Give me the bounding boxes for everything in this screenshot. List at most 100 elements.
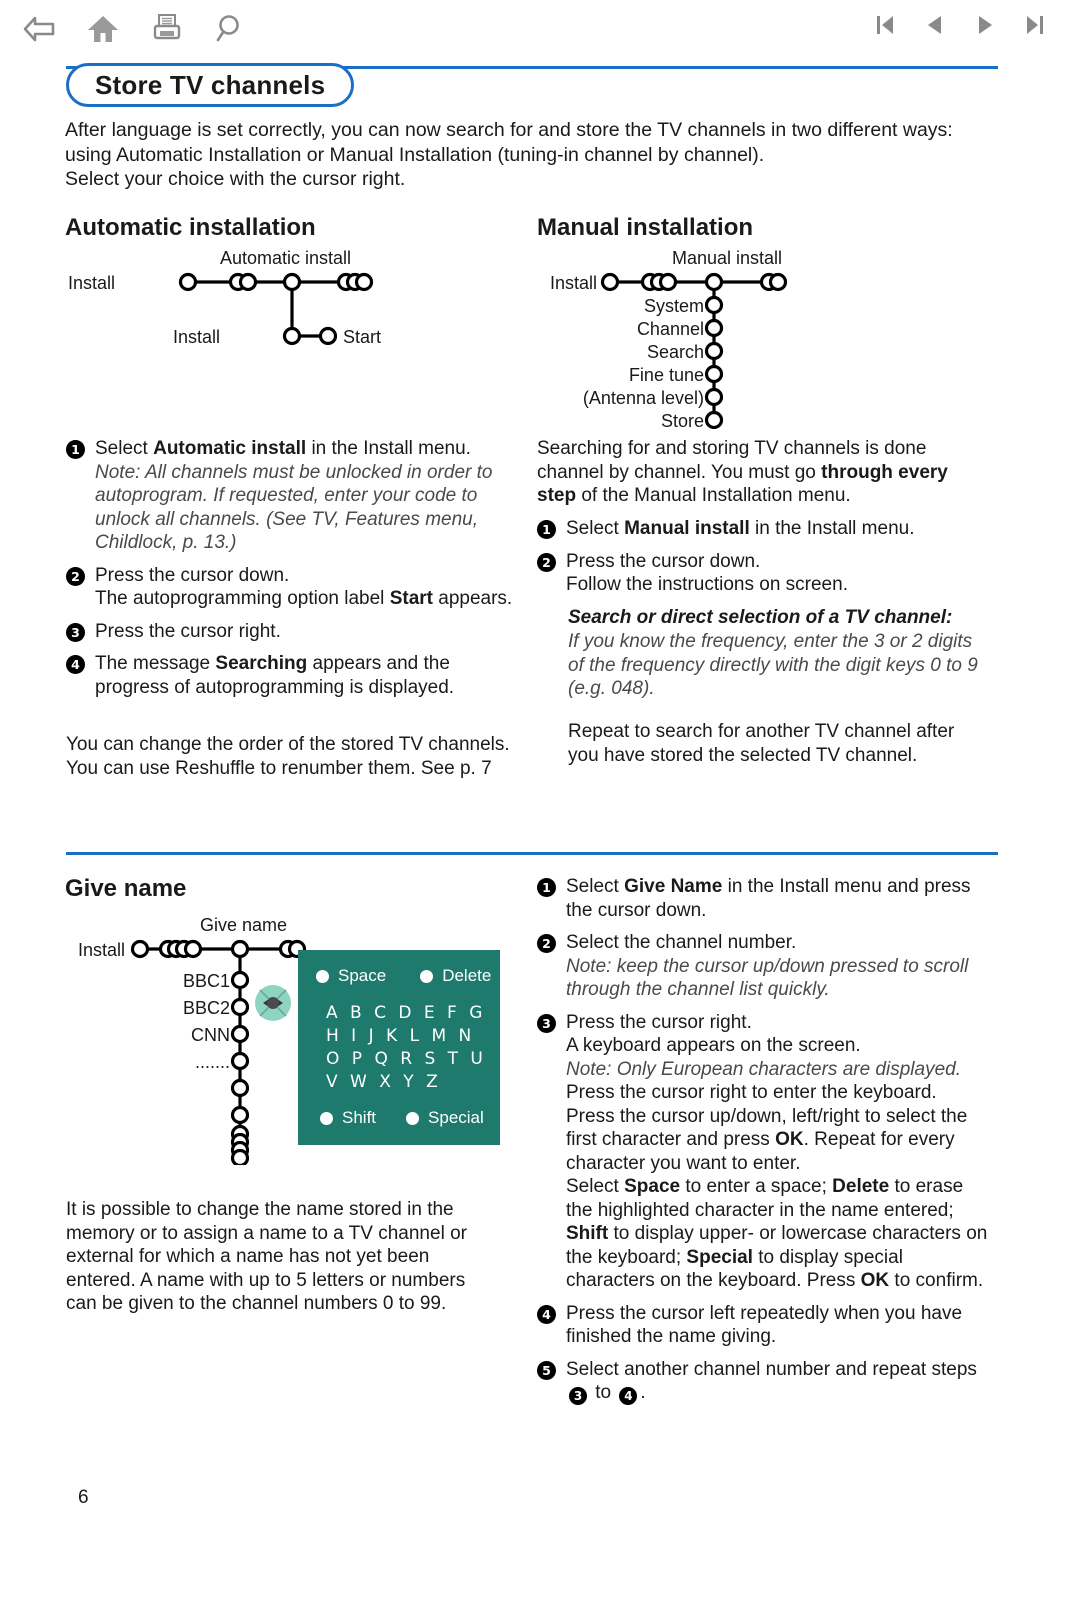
onscreen-keyboard-panel: Space Delete A B C D E F G H I J K L M N… — [298, 950, 578, 1145]
step-number: 2 — [66, 566, 85, 586]
step-item: 5 Select another channel number and repe… — [537, 1358, 989, 1405]
step-number: 3 — [66, 622, 85, 642]
step-item: 1 Select Manual install in the Install m… — [537, 517, 989, 541]
step-item: 3 Press the cursor right. — [66, 620, 518, 644]
keyboard-letter-row: A B C D E F G — [326, 1003, 486, 1023]
keyboard-bottom-row: Shift Special — [316, 1108, 484, 1128]
diagram-root-label-automatic: Install — [68, 273, 115, 293]
keyboard-shift-button[interactable]: Shift — [320, 1108, 376, 1128]
give-name-diagram: Give name Install BBC1 BBC2 CNN ....... — [60, 910, 320, 1165]
first-page-icon[interactable] — [874, 10, 896, 40]
diagram-sub-left-label-automatic: Install — [173, 327, 220, 347]
automatic-install-diagram: Automatic install Install Install Start — [60, 243, 530, 358]
keyboard-letter-row: V W X Y Z — [326, 1072, 442, 1092]
step-number: 5 — [537, 1360, 556, 1380]
automatic-installation-heading: Automatic installation — [65, 214, 316, 241]
keyboard-letter-row: O P Q R S T U — [326, 1049, 487, 1069]
home-icon[interactable] — [82, 8, 124, 50]
keyboard-character-grid: A B C D E F G H I J K L M N O P Q R S T … — [326, 1002, 578, 1094]
keyboard-top-row: Space Delete — [316, 966, 491, 986]
step-text: Select Automatic install in the Install … — [95, 438, 493, 553]
step-item: 2 Select the channel number. Note: keep t… — [537, 931, 989, 1002]
print-icon[interactable] — [146, 8, 188, 50]
cursor-navigation-icon — [253, 983, 293, 1028]
toolbar-right-group — [874, 10, 1046, 40]
diagram-channel-label: ....... — [195, 1052, 230, 1072]
page-title-text: Store TV channels — [95, 69, 326, 100]
keyboard-shift-label: Shift — [342, 1108, 377, 1127]
manual-steps-list: 1 Select Manual install in the Install m… — [537, 517, 989, 606]
step-text: Select Manual install in the Install men… — [566, 518, 915, 539]
diagram-item-label: Channel — [637, 319, 704, 339]
intro-line-3: Select your choice with the cursor right… — [65, 168, 406, 190]
bullet-icon — [320, 1111, 333, 1125]
step-text: The message Searching appears and the pr… — [95, 653, 455, 698]
page-title: Store TV channels — [66, 63, 355, 107]
toolbar-left-group — [18, 8, 252, 50]
step-item: 1 Select Give Name in the Install menu a… — [537, 875, 989, 922]
diagram-channel-label: BBC2 — [183, 998, 230, 1018]
diagram-caption-automatic: Automatic install — [220, 248, 351, 268]
intro-line-1: After language is set correctly, you can… — [65, 119, 953, 141]
diagram-caption-manual: Manual install — [672, 248, 782, 268]
diagram-root-label-give-name: Install — [78, 940, 125, 960]
keyboard-space-label: Space — [338, 966, 387, 985]
step-number: 3 — [537, 1013, 556, 1033]
intro-paragraph: After language is set correctly, you can… — [65, 118, 965, 192]
give-name-steps-list: 1 Select Give Name in the Install menu a… — [537, 875, 989, 1414]
step-text: Press the cursor left repeatedly when yo… — [566, 1302, 963, 1348]
step-text: Press the cursor right. A keyboard appear… — [566, 1011, 988, 1292]
manual-note-body: If you know the frequency, enter the 3 o… — [568, 631, 978, 699]
step-item: 2 Press the cursor down. The autoprogramm… — [66, 564, 518, 611]
manual-install-diagram: Manual install Install System Channel Se… — [532, 243, 1002, 433]
bullet-icon — [420, 969, 434, 983]
step-text: Select another channel number and repeat… — [566, 1358, 977, 1405]
diagram-item-label: Fine tune — [629, 365, 704, 385]
diagram-item-label: Store — [661, 411, 704, 431]
manual-note-heading: Search or direct selection of a TV chann… — [568, 607, 953, 628]
previous-page-icon[interactable] — [924, 10, 946, 40]
keyboard-letters-column[interactable]: A B C D E F G H I J K L M N O P Q R S T … — [326, 1002, 486, 1094]
step-item: 2 Press the cursor down. Follow the instr… — [537, 550, 989, 597]
keyboard-delete-label: Delete — [442, 966, 492, 985]
diagram-channel-label: BBC1 — [183, 971, 230, 991]
bullet-icon — [406, 1111, 420, 1125]
diagram-channel-label: CNN — [191, 1025, 230, 1045]
page-number: 6 — [78, 1487, 89, 1508]
bullet-icon — [316, 969, 329, 983]
manual-intro-text: Searching for and storing TV channels is… — [537, 438, 948, 506]
step-number: 1 — [537, 878, 556, 897]
diagram-root-label-manual: Install — [550, 273, 597, 293]
diagram-item-label: System — [644, 296, 704, 316]
intro-line-2: using Automatic Installation or Manual I… — [65, 143, 765, 166]
top-toolbar — [0, 0, 1080, 62]
search-icon[interactable] — [210, 8, 252, 50]
step-item: 1 Select Automatic install in the Instal… — [66, 437, 518, 555]
step-number: 2 — [537, 552, 556, 572]
step-number: 1 — [66, 440, 85, 459]
step-number: 2 — [537, 934, 556, 953]
give-name-heading: Give name — [65, 875, 187, 902]
diagram-item-label: Search — [647, 342, 704, 362]
step-item: 4 Press the cursor left repeatedly when … — [537, 1302, 989, 1349]
step-text: Press the cursor right. — [95, 620, 281, 642]
keyboard-space-button[interactable]: Space — [316, 966, 386, 986]
keyboard-delete-button[interactable]: Delete — [420, 966, 491, 986]
last-page-icon[interactable] — [1024, 10, 1046, 40]
keyboard-special-button[interactable]: Special — [406, 1108, 484, 1128]
step-item: 3 Press the cursor right. A keyboard appe… — [537, 1011, 989, 1293]
keyboard-letter-row: H I J K L M N — [326, 1026, 475, 1046]
step-text: Select Give Name in the Install menu and… — [566, 876, 971, 921]
back-arrow-icon[interactable] — [18, 8, 60, 50]
manual-closing-text: Repeat to search for another TV channel … — [568, 721, 955, 766]
step-text: Press the cursor down. Follow the instruc… — [566, 550, 848, 596]
step-number: 4 — [66, 655, 85, 674]
step-number: 4 — [537, 1304, 556, 1324]
automatic-closing-text: You can change the order of the stored T… — [66, 734, 510, 779]
give-name-description: It is possible to change the name stored… — [66, 1199, 467, 1314]
step-text: Press the cursor down. The autoprogrammin… — [95, 564, 513, 610]
diagram-caption-give-name: Give name — [200, 915, 287, 935]
next-page-icon[interactable] — [974, 10, 996, 40]
automatic-steps-list: 1 Select Automatic install in the Instal… — [66, 437, 518, 708]
diagram-item-label: (Antenna level) — [583, 388, 704, 408]
